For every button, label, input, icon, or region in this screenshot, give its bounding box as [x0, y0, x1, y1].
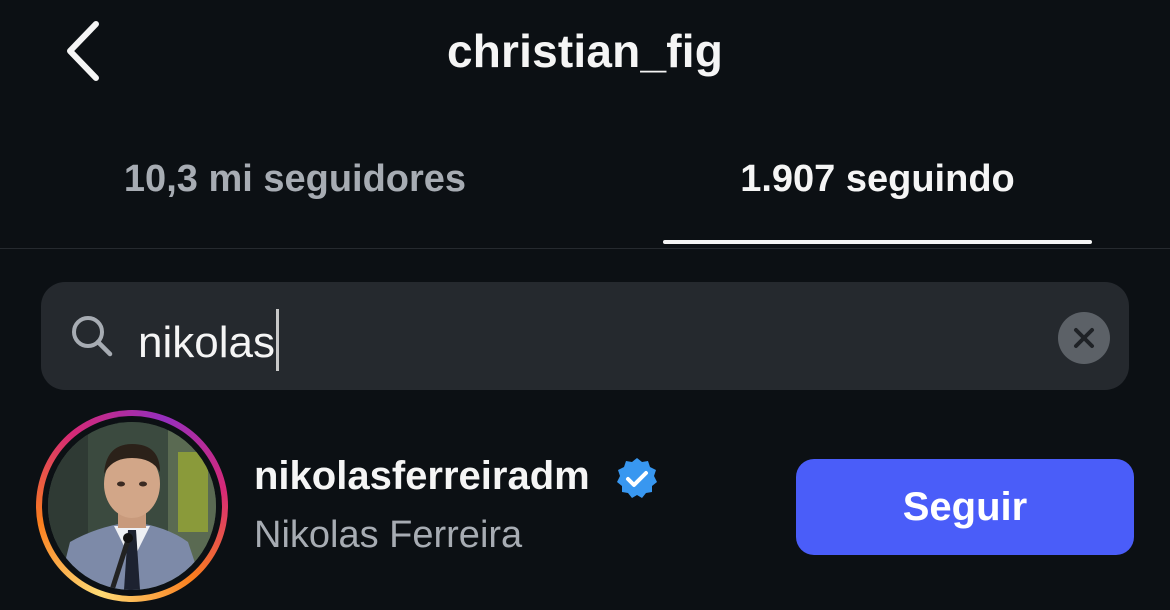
search-value: nikolas — [138, 318, 275, 367]
verified-badge-icon — [617, 458, 657, 498]
username: nikolasferreiradm — [254, 454, 590, 498]
story-ring[interactable] — [36, 410, 228, 602]
avatar — [48, 422, 216, 590]
full-name: Nikolas Ferreira — [254, 514, 523, 556]
following-screen: christian_fig 10,3 mi seguidores 1.907 s… — [0, 0, 1170, 610]
header: christian_fig — [0, 0, 1170, 110]
tab-followers[interactable]: 10,3 mi seguidores — [45, 158, 545, 248]
list-item[interactable]: nikolasferreiradm Nikolas Ferreira Segui… — [0, 410, 1170, 610]
search-icon — [72, 316, 113, 357]
active-tab-indicator — [663, 240, 1092, 244]
text-caret — [275, 309, 279, 371]
tab-following[interactable]: 1.907 seguindo — [663, 158, 1092, 248]
page-title: christian_fig — [446, 25, 724, 77]
follow-button[interactable]: Seguir — [796, 459, 1134, 555]
close-icon — [1074, 328, 1094, 348]
clear-search-button[interactable] — [1058, 312, 1110, 364]
tab-bar: 10,3 mi seguidores 1.907 seguindo — [0, 140, 1170, 249]
search-query: nikolas — [138, 309, 279, 371]
